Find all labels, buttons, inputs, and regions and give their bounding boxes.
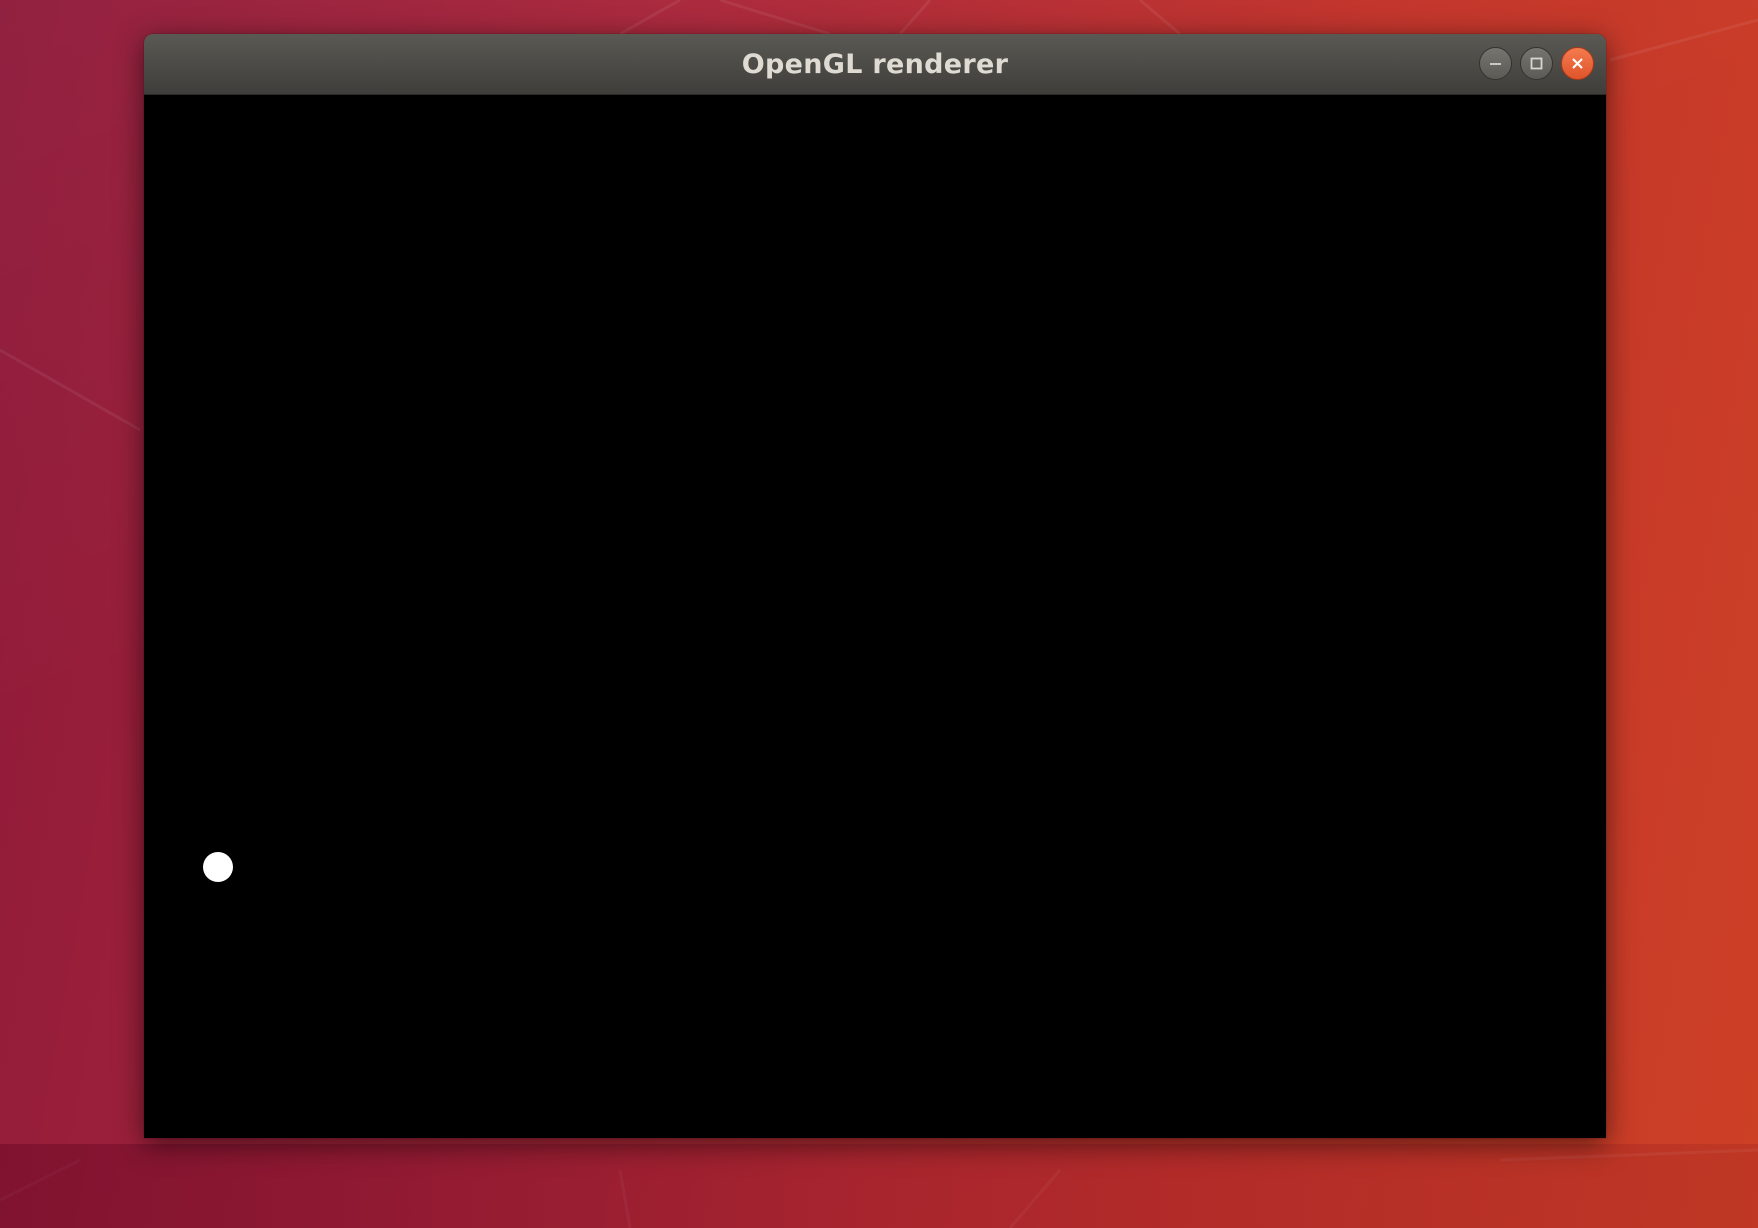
window-title: OpenGL renderer	[741, 48, 1009, 80]
minimize-button[interactable]	[1479, 47, 1512, 80]
minimize-icon	[1490, 63, 1501, 65]
close-icon	[1572, 58, 1583, 69]
desktop-bottom-strip	[0, 1144, 1758, 1228]
opengl-canvas[interactable]	[144, 95, 1606, 1138]
close-button[interactable]	[1561, 47, 1594, 80]
window-titlebar[interactable]: OpenGL renderer	[144, 34, 1606, 95]
maximize-icon	[1530, 57, 1543, 70]
opengl-renderer-window: OpenGL renderer	[144, 34, 1606, 1138]
rendered-point	[203, 852, 233, 882]
window-controls	[1479, 47, 1594, 80]
maximize-button[interactable]	[1520, 47, 1553, 80]
